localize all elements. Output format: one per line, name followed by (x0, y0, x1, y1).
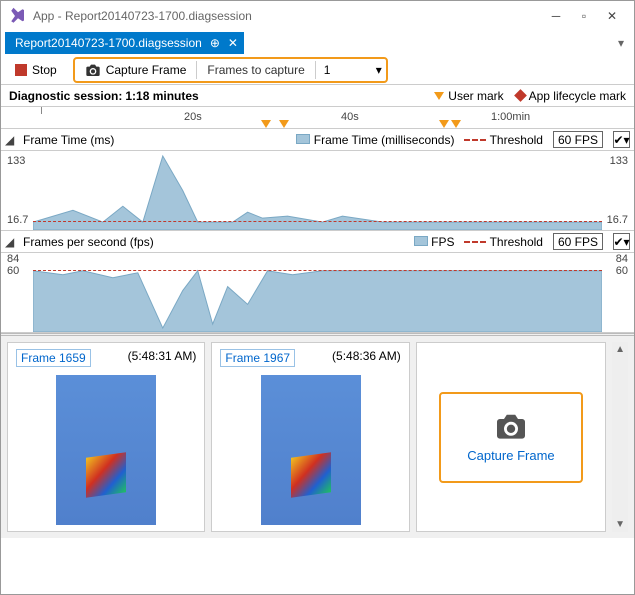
frame-thumbnail[interactable] (56, 375, 156, 525)
tab-close-icon[interactable]: ✕ (228, 36, 238, 50)
captured-frames-panel: Frame 1659 (5:48:31 AM) Frame 1967 (5:48… (1, 333, 634, 538)
frame-time-header: ◢ Frame Time (ms) Frame Time (millisecon… (1, 129, 634, 151)
chevron-down-icon: ▾ (376, 63, 382, 77)
tab-menu-icon[interactable]: ▾ (618, 36, 624, 50)
diamond-icon (514, 89, 527, 102)
frame-time-chart[interactable]: 133 16.7 133 16.7 (1, 151, 634, 231)
fps-select[interactable]: 60 FPS (553, 131, 603, 148)
capture-frame-button[interactable]: Capture Frame (75, 59, 197, 81)
user-mark-icon[interactable] (261, 120, 271, 128)
frames-to-capture-select[interactable]: 1 ▾ (316, 59, 386, 81)
tab-report[interactable]: Report20140723-1700.diagsession ⊕ ✕ (5, 32, 244, 54)
tab-label: Report20140723-1700.diagsession (15, 36, 202, 50)
close-button[interactable]: ✕ (598, 5, 626, 27)
threshold-line (33, 221, 602, 222)
fps-toggle[interactable]: ✔▾ (613, 233, 630, 250)
camera-icon (494, 412, 528, 440)
vs-logo-icon (9, 7, 27, 25)
frames-to-capture-label: Frames to capture (197, 63, 314, 77)
chart-area (33, 151, 602, 230)
triangle-icon (434, 92, 444, 100)
app-lifecycle-legend: App lifecycle mark (516, 89, 626, 103)
diag-value: 1:18 minutes (125, 89, 198, 103)
frame-link[interactable]: Frame 1967 (220, 349, 295, 367)
series-legend: FPS (414, 235, 455, 249)
chart-title: Frames per second (fps) (23, 235, 154, 249)
ruler-tick: 1:00min (491, 111, 530, 123)
collapse-icon[interactable]: ◢ (5, 235, 17, 249)
user-mark-icon[interactable] (279, 120, 289, 128)
ruler-tick: 40s (341, 111, 359, 123)
camera-icon (85, 63, 101, 77)
frame-card[interactable]: Frame 1967 (5:48:36 AM) (211, 342, 409, 532)
toolbar: Stop Capture Frame Frames to capture 1 ▾ (1, 55, 634, 85)
titlebar: App - Report20140723-1700.diagsession ─ … (1, 1, 634, 31)
threshold-line (33, 270, 602, 271)
stop-button[interactable]: Stop (9, 61, 63, 79)
scrollbar[interactable]: ▲ ▼ (612, 342, 628, 532)
user-mark-icon[interactable] (439, 120, 449, 128)
capture-toolbar-group: Capture Frame Frames to capture 1 ▾ (73, 57, 388, 83)
user-mark-legend: User mark (434, 89, 503, 103)
chart-area (33, 253, 602, 332)
scroll-up-icon[interactable]: ▲ (613, 342, 627, 357)
fps-select[interactable]: 60 FPS (553, 233, 603, 250)
pin-icon[interactable]: ⊕ (210, 36, 220, 50)
document-tabs: Report20140723-1700.diagsession ⊕ ✕ ▾ (1, 31, 634, 55)
user-mark-icon[interactable] (451, 120, 461, 128)
window-title: App - Report20140723-1700.diagsession (33, 9, 542, 23)
maximize-button[interactable]: ▫ (570, 5, 598, 27)
frames-value: 1 (324, 63, 331, 77)
fps-toggle[interactable]: ✔▾ (613, 131, 630, 148)
chart-title: Frame Time (ms) (23, 133, 114, 147)
stop-label: Stop (32, 63, 57, 77)
series-legend: Frame Time (milliseconds) (296, 133, 454, 147)
ruler-tick: 20s (184, 111, 202, 123)
capture-label: Capture Frame (106, 63, 187, 77)
threshold-legend: Threshold (464, 133, 543, 147)
capture-frame-button-large[interactable]: Capture Frame (439, 392, 582, 483)
threshold-legend: Threshold (464, 235, 543, 249)
frame-link[interactable]: Frame 1659 (16, 349, 91, 367)
frame-time: (5:48:36 AM) (332, 349, 401, 367)
frame-time: (5:48:31 AM) (128, 349, 197, 367)
minimize-button[interactable]: ─ (542, 5, 570, 27)
diagnostic-session-row: Diagnostic session: 1:18 minutes User ma… (1, 85, 634, 107)
capture-tile-label: Capture Frame (467, 448, 554, 463)
frame-card[interactable]: Frame 1659 (5:48:31 AM) (7, 342, 205, 532)
scroll-down-icon[interactable]: ▼ (613, 517, 627, 532)
collapse-icon[interactable]: ◢ (5, 133, 17, 147)
fps-chart[interactable]: 84 60 84 60 (1, 253, 634, 333)
fps-header: ◢ Frames per second (fps) FPS Threshold … (1, 231, 634, 253)
diag-label: Diagnostic session: (9, 89, 122, 103)
timeline-ruler[interactable]: 20s 40s 1:00min (1, 107, 634, 129)
frame-thumbnail[interactable] (261, 375, 361, 525)
capture-frame-tile: Capture Frame (416, 342, 606, 532)
stop-icon (15, 64, 27, 76)
